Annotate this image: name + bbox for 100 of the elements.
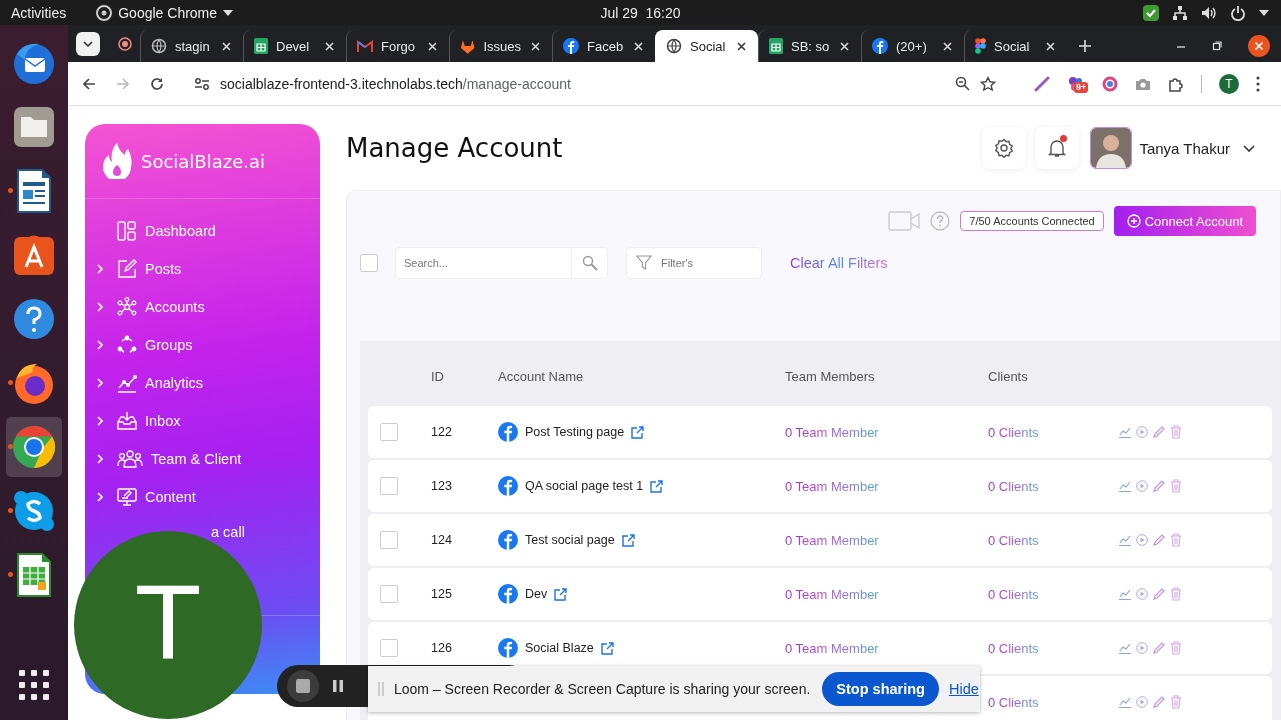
row-checkbox[interactable] bbox=[380, 531, 398, 549]
running-dot bbox=[8, 444, 13, 449]
activities-button[interactable]: Activities bbox=[0, 4, 78, 21]
bell-icon bbox=[1047, 138, 1068, 158]
notifications-button[interactable] bbox=[1035, 127, 1080, 169]
stop-recording-button[interactable] bbox=[287, 670, 319, 702]
record-icon[interactable] bbox=[118, 37, 132, 51]
external-link-icon[interactable] bbox=[650, 479, 664, 493]
tab-close-button[interactable] bbox=[632, 39, 645, 53]
store-icon bbox=[12, 233, 56, 277]
close-icon[interactable] bbox=[1248, 35, 1270, 57]
profile-button[interactable]: T bbox=[1219, 73, 1239, 94]
fox-icon bbox=[460, 38, 476, 54]
app-menu[interactable]: Google Chrome bbox=[96, 4, 234, 21]
pencil-icon[interactable] bbox=[1153, 534, 1165, 546]
address-bar[interactable]: socialblaze-frontend-3.itechnolabs.tech/manage-account bbox=[178, 66, 1008, 101]
sidebar-item[interactable]: Content bbox=[85, 478, 320, 516]
shield-icon[interactable] bbox=[1143, 4, 1159, 21]
power-icon[interactable] bbox=[1230, 4, 1246, 21]
chart-icon[interactable] bbox=[1119, 696, 1131, 708]
user-menu[interactable]: Tanya Thakur bbox=[1090, 127, 1255, 169]
pen-icon[interactable] bbox=[1034, 75, 1050, 92]
chart-icon[interactable] bbox=[1119, 642, 1131, 654]
settings-icon bbox=[994, 138, 1015, 158]
pencil-icon[interactable] bbox=[1153, 480, 1165, 492]
chevron-right-icon bbox=[97, 302, 103, 312]
figma-icon bbox=[975, 38, 986, 54]
facebook-icon bbox=[563, 38, 579, 54]
dashboard-icon bbox=[117, 221, 137, 241]
tab-close-button[interactable] bbox=[426, 39, 439, 53]
sidebar-item[interactable]: Posts bbox=[85, 250, 320, 288]
caret-icon[interactable] bbox=[1259, 9, 1269, 16]
select-all-checkbox[interactable] bbox=[360, 254, 378, 272]
site-info-icon[interactable] bbox=[194, 76, 210, 91]
tab-close-button[interactable] bbox=[1044, 39, 1057, 53]
external-link-icon[interactable] bbox=[621, 533, 635, 547]
search-button[interactable] bbox=[572, 247, 608, 279]
column-header: Team Members bbox=[785, 368, 876, 384]
table-cell: 122 bbox=[431, 425, 452, 439]
tab-close-button[interactable] bbox=[735, 39, 748, 53]
network-icon[interactable] bbox=[1172, 4, 1188, 21]
clear-filters-link[interactable]: Clear All Filters bbox=[790, 255, 888, 271]
chart-icon[interactable] bbox=[1119, 426, 1131, 438]
puzzle-icon[interactable] bbox=[1168, 75, 1184, 92]
tab-close-button[interactable] bbox=[529, 39, 542, 53]
hide-link[interactable]: Hide bbox=[948, 681, 979, 697]
account-name: QA social page test 1 bbox=[525, 479, 644, 493]
sidebar-item[interactable]: Dashboard bbox=[85, 212, 320, 250]
ring-icon[interactable] bbox=[1102, 75, 1118, 92]
pencil-icon[interactable] bbox=[1153, 426, 1165, 438]
pencil-icon[interactable] bbox=[1153, 588, 1165, 600]
running-dot bbox=[8, 508, 13, 513]
external-link-icon[interactable] bbox=[554, 587, 568, 601]
column-header: Account Name bbox=[498, 368, 585, 384]
zoom-icon[interactable] bbox=[955, 76, 970, 91]
row-checkbox[interactable] bbox=[380, 639, 398, 657]
stop-sharing-button[interactable]: Stop sharing bbox=[822, 672, 939, 706]
tab-close-button[interactable] bbox=[941, 39, 954, 53]
clock[interactable]: Jul 29 16:20 bbox=[600, 4, 681, 21]
sidebar-item[interactable]: Analytics bbox=[85, 364, 320, 402]
star-icon[interactable] bbox=[980, 75, 996, 92]
drag-handle-icon[interactable] bbox=[378, 682, 384, 696]
menu-icon[interactable] bbox=[1256, 75, 1260, 92]
app-grid-icon[interactable] bbox=[19, 670, 49, 700]
settings-button[interactable] bbox=[982, 127, 1027, 169]
search-field[interactable]: Search... bbox=[395, 247, 572, 279]
sidebar-item[interactable]: Team & Client bbox=[85, 440, 320, 478]
pencil-icon[interactable] bbox=[1153, 696, 1165, 708]
tab-close-button[interactable] bbox=[220, 39, 233, 53]
sidebar-item[interactable]: Groups bbox=[85, 326, 320, 364]
chart-icon[interactable] bbox=[1119, 480, 1131, 492]
chart-icon[interactable] bbox=[1119, 534, 1131, 546]
pencil-icon[interactable] bbox=[1153, 642, 1165, 654]
chart-icon[interactable] bbox=[1119, 588, 1131, 600]
row-checkbox[interactable] bbox=[380, 477, 398, 495]
dock-item[interactable] bbox=[6, 417, 62, 477]
filter-field[interactable]: Filter's bbox=[626, 247, 762, 279]
facebook-icon bbox=[498, 530, 518, 550]
sidebar-item[interactable]: Accounts bbox=[85, 288, 320, 326]
camera-icon[interactable] bbox=[1135, 76, 1151, 91]
chevron-down-icon bbox=[1243, 144, 1255, 152]
row-checkbox[interactable] bbox=[380, 423, 398, 441]
restore-icon[interactable] bbox=[1212, 41, 1222, 51]
connect-account-button[interactable]: Connect Account bbox=[1113, 206, 1256, 236]
tab-close-button[interactable] bbox=[323, 39, 336, 53]
row-checkbox[interactable] bbox=[380, 585, 398, 603]
pause-icon[interactable] bbox=[333, 680, 343, 692]
plus-circle-icon bbox=[1126, 214, 1141, 228]
monitor-icon bbox=[117, 487, 137, 507]
browser-tab[interactable]: Social bbox=[655, 30, 758, 62]
sidebar-item[interactable]: Inbox bbox=[85, 402, 320, 440]
account-name: Dev bbox=[525, 587, 548, 601]
user-avatar bbox=[1090, 127, 1133, 169]
tab-close-button[interactable] bbox=[838, 39, 851, 53]
tab-search-button[interactable] bbox=[76, 32, 100, 56]
new-tab-button[interactable] bbox=[1079, 40, 1091, 52]
external-link-icon[interactable] bbox=[631, 425, 645, 439]
external-link-icon[interactable] bbox=[600, 641, 614, 655]
back-icon[interactable] bbox=[82, 76, 96, 91]
reload-icon[interactable] bbox=[150, 76, 164, 91]
